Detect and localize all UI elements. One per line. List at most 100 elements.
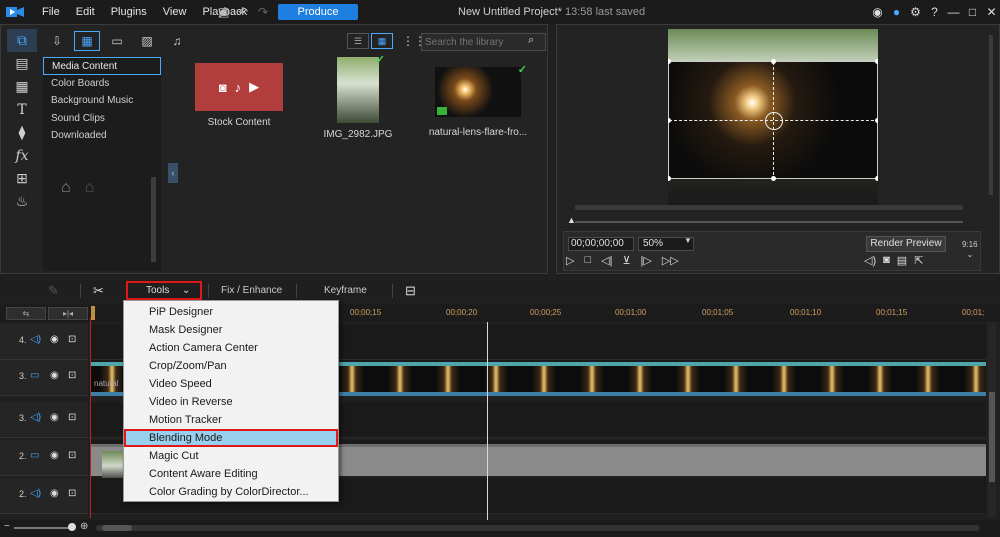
clip-attributes-icon[interactable]: ⊟	[405, 283, 416, 299]
speaker-icon[interactable]: ◁)	[30, 334, 41, 345]
lock-icon[interactable]: ⊡	[68, 412, 76, 423]
fit-timeline-button[interactable]: ▸|◂	[48, 307, 88, 320]
menu-item-action-camera-center[interactable]: Action Camera Center	[124, 339, 338, 357]
import-media-icon[interactable]: ⇩	[44, 31, 70, 51]
scrollbar-thumb[interactable]	[989, 392, 995, 482]
account-icon[interactable]: ◉	[869, 5, 886, 19]
transition-room-icon[interactable]: ⧫	[7, 121, 37, 144]
preview-vertical-scrollbar[interactable]	[989, 35, 993, 195]
menu-plugins[interactable]: Plugins	[103, 0, 155, 24]
media-room-icon[interactable]: ⧉	[7, 29, 37, 52]
category-background-music[interactable]: Background Music	[43, 92, 161, 110]
resize-handle[interactable]	[668, 118, 671, 123]
resize-handle[interactable]	[875, 118, 878, 123]
lock-icon[interactable]: ⊡	[68, 370, 76, 381]
split-icon[interactable]: ⊻	[622, 254, 630, 267]
preview-canvas[interactable]	[668, 29, 878, 205]
fx-room-icon[interactable]: fx	[7, 144, 37, 167]
preview-horizontal-scrollbar[interactable]	[575, 205, 963, 210]
move-handle-icon[interactable]	[765, 112, 783, 130]
resize-handle[interactable]	[771, 59, 776, 64]
seek-handle-icon[interactable]: ▲	[567, 215, 576, 225]
undo-icon[interactable]: ↶	[232, 5, 254, 19]
fast-forward-icon[interactable]: ▷▷	[662, 254, 679, 267]
speaker-icon[interactable]: ◁)	[30, 412, 41, 423]
pip-room-icon[interactable]: ▦	[7, 75, 37, 98]
render-preview-button[interactable]: Render Preview	[866, 236, 946, 252]
image-filter-icon[interactable]: ▨	[134, 31, 160, 51]
scissors-icon[interactable]: ✂	[93, 283, 104, 299]
menu-item-mask-designer[interactable]: Mask Designer	[124, 321, 338, 339]
lock-icon[interactable]: ⊡	[68, 488, 76, 499]
snapshot-icon[interactable]: ◙	[883, 254, 890, 267]
zoom-out-icon[interactable]: −	[4, 521, 10, 532]
chevron-down-icon[interactable]: ▼	[684, 236, 692, 245]
category-scrollbar[interactable]	[151, 177, 156, 262]
media-item-photo[interactable]: ✓ IMG_2982.JPG	[308, 54, 408, 140]
particle-room-icon[interactable]: ⊞	[7, 167, 37, 190]
menu-view[interactable]: View	[155, 0, 195, 24]
film-filter-icon[interactable]: ▭	[104, 31, 130, 51]
menu-item-color-grading[interactable]: Color Grading by ColorDirector...	[124, 483, 338, 501]
menu-item-magic-cut[interactable]: Magic Cut	[124, 447, 338, 465]
overlay-clip[interactable]	[668, 59, 878, 181]
menu-edit[interactable]: Edit	[68, 0, 103, 24]
eye-icon[interactable]: ◉	[50, 334, 59, 345]
video-filter-icon[interactable]: ▦	[74, 31, 100, 51]
produce-button[interactable]: Produce	[278, 4, 358, 20]
video-track-icon[interactable]: ▭	[30, 370, 39, 381]
lock-icon[interactable]: ⊡	[68, 334, 76, 345]
preview-seekbar[interactable]	[575, 221, 963, 223]
play-icon[interactable]: ▷	[566, 254, 574, 267]
category-media-content[interactable]: Media Content	[43, 57, 161, 75]
eye-icon[interactable]: ◉	[50, 450, 59, 461]
keyframe-button[interactable]: Keyframe	[324, 280, 367, 302]
collapse-panel-button[interactable]: ‹	[168, 163, 178, 183]
notification-icon[interactable]: ●	[888, 5, 905, 19]
audio-mixing-icon[interactable]: ♨	[7, 190, 37, 213]
aspect-ratio-button[interactable]: 9:16 ⌄	[962, 240, 978, 260]
media-item-flare[interactable]: ✓ natural-lens-flare-fro...	[428, 64, 528, 138]
timeline-horizontal-scrollbar[interactable]	[96, 525, 980, 531]
lock-icon[interactable]: ⊡	[68, 450, 76, 461]
media-item-stock[interactable]: ◙ ♪ ▶ Stock Content	[189, 63, 289, 128]
remove-tag-icon[interactable]: ⌂	[85, 179, 95, 197]
menu-item-motion-tracker[interactable]: Motion Tracker	[124, 411, 338, 429]
redo-icon[interactable]: ↷	[252, 5, 274, 19]
scrollbar-thumb[interactable]	[102, 525, 132, 531]
fix-enhance-button[interactable]: Fix / Enhance	[221, 280, 282, 302]
menu-item-content-aware-editing[interactable]: Content Aware Editing	[124, 465, 338, 483]
help-icon[interactable]: ?	[926, 5, 943, 19]
maximize-icon[interactable]: □	[964, 5, 981, 19]
menu-item-blending-mode[interactable]: Blending Mode	[124, 429, 338, 447]
timeline-zoom-slider[interactable]	[14, 527, 74, 529]
gear-icon[interactable]: ⚙	[907, 5, 924, 19]
resize-handle[interactable]	[771, 176, 776, 181]
list-view-icon[interactable]: ☰	[347, 33, 369, 49]
speaker-icon[interactable]: ◁)	[30, 488, 41, 499]
title-room-icon[interactable]: T	[7, 98, 37, 121]
zoom-in-icon[interactable]: ⊕	[80, 521, 88, 532]
menu-item-video-in-reverse[interactable]: Video in Reverse	[124, 393, 338, 411]
video-track-icon[interactable]: ▭	[30, 450, 39, 461]
playhead-marker[interactable]	[91, 306, 95, 320]
eye-icon[interactable]: ◉	[50, 370, 59, 381]
effect-room-icon[interactable]: ▤	[7, 52, 37, 75]
resize-handle[interactable]	[668, 59, 671, 64]
resize-handle[interactable]	[875, 59, 878, 64]
timeline-mode-button[interactable]: ⇆	[6, 307, 46, 320]
resize-handle[interactable]	[668, 176, 671, 181]
zoom-slider-handle[interactable]	[68, 523, 76, 531]
timecode-field[interactable]: 00;00;00;00	[568, 237, 634, 251]
menu-file[interactable]: File	[34, 0, 68, 24]
stop-icon[interactable]: □	[584, 254, 591, 267]
menu-item-crop-zoom-pan[interactable]: Crop/Zoom/Pan	[124, 357, 338, 375]
category-sound-clips[interactable]: Sound Clips	[43, 110, 161, 128]
timeline-vertical-scrollbar[interactable]	[988, 322, 996, 518]
pen-icon[interactable]: ✎	[48, 283, 59, 299]
music-filter-icon[interactable]: ♫	[164, 31, 190, 51]
add-tag-icon[interactable]: ⌂	[61, 179, 71, 197]
eye-icon[interactable]: ◉	[50, 412, 59, 423]
playhead-line[interactable]	[487, 322, 488, 520]
previous-frame-icon[interactable]: ◁|	[601, 254, 612, 267]
